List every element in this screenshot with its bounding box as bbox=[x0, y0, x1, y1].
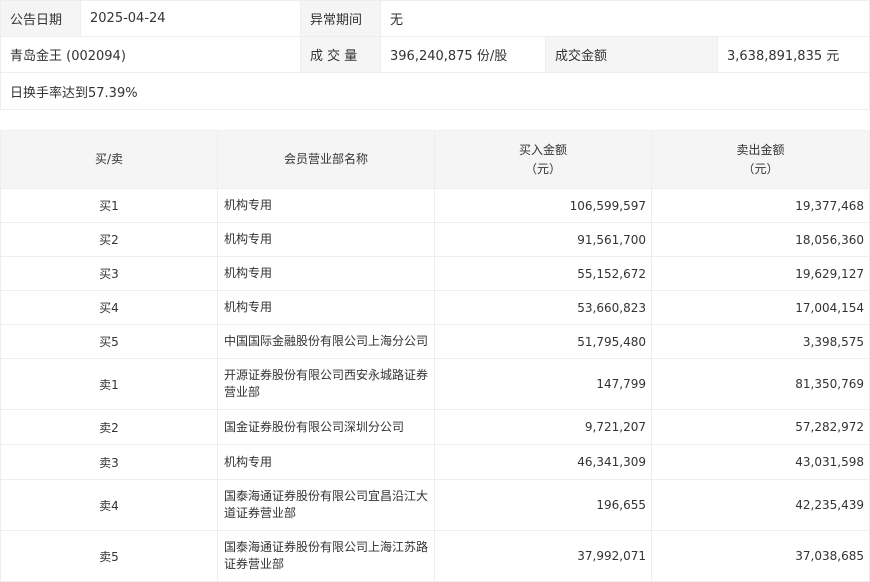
announcement-date-label: 公告日期 bbox=[0, 0, 81, 37]
row-side: 卖3 bbox=[0, 444, 218, 480]
row-buy-amount: 106,599,597 bbox=[434, 188, 652, 223]
header-sell-amount: 卖出金额 （元） bbox=[651, 130, 870, 189]
table-row: 买3 机构专用 55,152,672 19,629,127 bbox=[0, 256, 870, 291]
table-header-row: 买/卖 会员营业部名称 买入金额 （元） 卖出金额 （元） bbox=[0, 130, 870, 189]
row-buy-amount: 51,795,480 bbox=[434, 324, 652, 359]
table-row: 买1 机构专用 106,599,597 19,377,468 bbox=[0, 188, 870, 223]
row-side: 卖1 bbox=[0, 358, 218, 410]
abnormal-period-label: 异常期间 bbox=[300, 0, 381, 37]
volume-value: 396,240,875 份/股 bbox=[380, 36, 546, 73]
row-sell-amount: 42,235,439 bbox=[651, 479, 870, 531]
row-side: 卖4 bbox=[0, 479, 218, 531]
row-sell-amount: 57,282,972 bbox=[651, 409, 870, 445]
table-row: 卖3 机构专用 46,341,309 43,031,598 bbox=[0, 444, 870, 480]
row-broker: 机构专用 bbox=[217, 256, 435, 291]
table-row: 卖1 开源证券股份有限公司西安永城路证券营业部 147,799 81,350,7… bbox=[0, 358, 870, 410]
row-side: 买2 bbox=[0, 222, 218, 257]
row-broker: 开源证券股份有限公司西安永城路证券营业部 bbox=[217, 358, 435, 410]
stock-name: 青岛金王 (002094) bbox=[0, 36, 301, 73]
table-row: 卖2 国金证券股份有限公司深圳分公司 9,721,207 57,282,972 bbox=[0, 409, 870, 445]
row-buy-amount: 46,341,309 bbox=[434, 444, 652, 480]
announcement-info-table: 公告日期 2025-04-24 异常期间 无 青岛金王 (002094) 成 交… bbox=[0, 0, 870, 110]
header-sell-label: 卖出金额 bbox=[736, 142, 785, 157]
row-sell-amount: 81,350,769 bbox=[651, 358, 870, 410]
row-buy-amount: 196,655 bbox=[434, 479, 652, 531]
table-row: 买4 机构专用 53,660,823 17,004,154 bbox=[0, 290, 870, 325]
row-side: 卖2 bbox=[0, 409, 218, 445]
amount-label: 成交金额 bbox=[545, 36, 718, 73]
row-side: 买3 bbox=[0, 256, 218, 291]
header-broker: 会员营业部名称 bbox=[217, 130, 435, 189]
header-sell-unit: （元） bbox=[742, 161, 779, 176]
row-side: 买5 bbox=[0, 324, 218, 359]
row-broker: 国金证券股份有限公司深圳分公司 bbox=[217, 409, 435, 445]
broker-trades-table: 买/卖 会员营业部名称 买入金额 （元） 卖出金额 （元） 买1 机构专用 10… bbox=[0, 130, 870, 582]
row-sell-amount: 19,629,127 bbox=[651, 256, 870, 291]
header-buy-amount: 买入金额 （元） bbox=[434, 130, 652, 189]
row-side: 买1 bbox=[0, 188, 218, 223]
table-row: 卖4 国泰海通证券股份有限公司宜昌沿江大道证券营业部 196,655 42,23… bbox=[0, 479, 870, 531]
row-buy-amount: 147,799 bbox=[434, 358, 652, 410]
announcement-date-value: 2025-04-24 bbox=[80, 0, 301, 37]
row-broker: 中国国际金融股份有限公司上海分公司 bbox=[217, 324, 435, 359]
amount-value: 3,638,891,835 元 bbox=[717, 36, 870, 73]
row-broker: 机构专用 bbox=[217, 290, 435, 325]
row-side: 买4 bbox=[0, 290, 218, 325]
header-buy-label: 买入金额 bbox=[518, 142, 567, 157]
row-buy-amount: 55,152,672 bbox=[434, 256, 652, 291]
abnormal-period-value: 无 bbox=[380, 0, 870, 37]
volume-label: 成 交 量 bbox=[300, 36, 381, 73]
abnormal-reason: 日换手率达到57.39% bbox=[0, 72, 870, 110]
row-buy-amount: 53,660,823 bbox=[434, 290, 652, 325]
row-buy-amount: 9,721,207 bbox=[434, 409, 652, 445]
header-side: 买/卖 bbox=[0, 130, 218, 189]
row-broker: 国泰海通证券股份有限公司宜昌沿江大道证券营业部 bbox=[217, 479, 435, 531]
row-buy-amount: 91,561,700 bbox=[434, 222, 652, 257]
row-broker: 机构专用 bbox=[217, 188, 435, 223]
row-sell-amount: 19,377,468 bbox=[651, 188, 870, 223]
row-broker: 机构专用 bbox=[217, 222, 435, 257]
row-sell-amount: 18,056,360 bbox=[651, 222, 870, 257]
row-sell-amount: 17,004,154 bbox=[651, 290, 870, 325]
table-row: 买2 机构专用 91,561,700 18,056,360 bbox=[0, 222, 870, 257]
header-buy-unit: （元） bbox=[524, 161, 561, 176]
table-row: 买5 中国国际金融股份有限公司上海分公司 51,795,480 3,398,57… bbox=[0, 324, 870, 359]
row-sell-amount: 3,398,575 bbox=[651, 324, 870, 359]
row-sell-amount: 43,031,598 bbox=[651, 444, 870, 480]
row-broker: 机构专用 bbox=[217, 444, 435, 480]
